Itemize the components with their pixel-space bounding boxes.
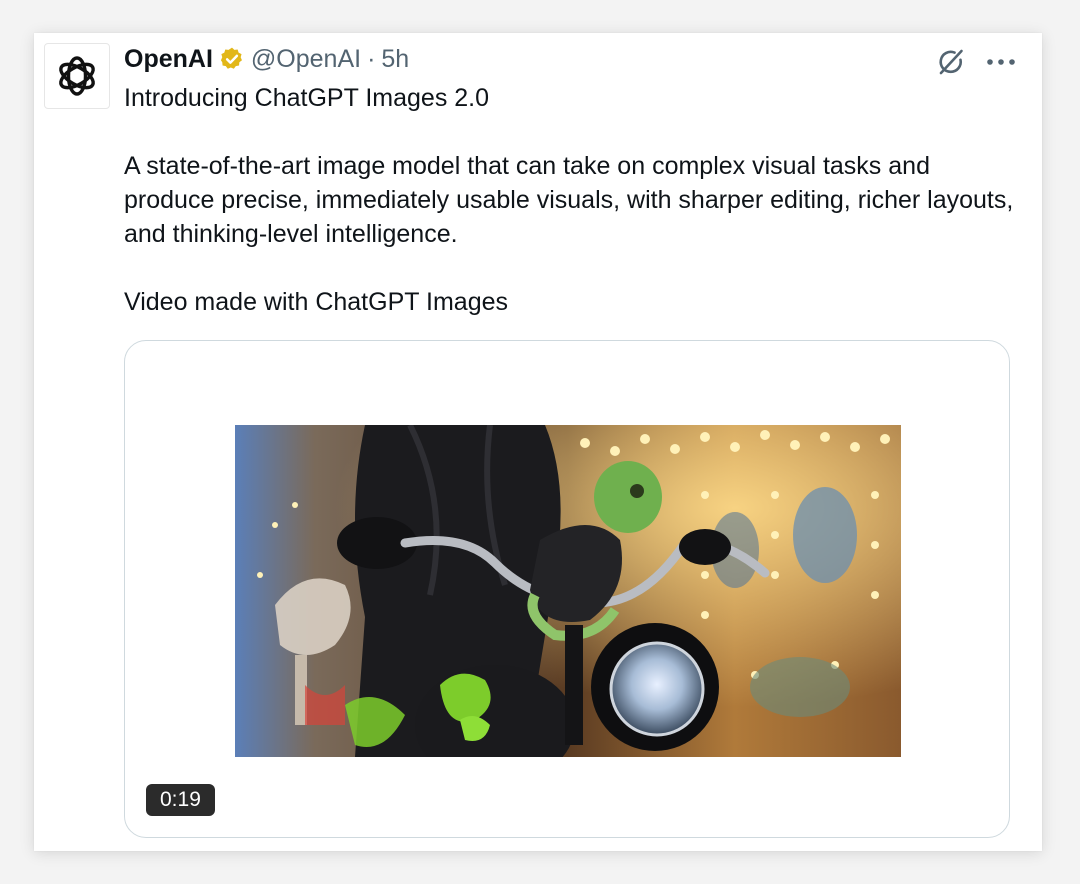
avatar[interactable] [44, 43, 110, 109]
tweet-caption: Video made with ChatGPT Images [124, 288, 508, 316]
tweet-headline: Introducing ChatGPT Images 2.0 [124, 84, 490, 112]
more-options-icon[interactable] [986, 57, 1016, 67]
tweet-card[interactable]: OpenAI @OpenAI · 5h Introducing ChatGPT … [34, 33, 1042, 851]
openai-logo-icon [59, 56, 95, 96]
meta-separator: · [367, 44, 376, 73]
timestamp[interactable]: 5h [381, 45, 409, 74]
tweet-text: Introducing ChatGPT Images 2.0 A state-o… [124, 81, 1014, 319]
tweet-body: A state-of-the-art image model that can … [124, 152, 1014, 248]
video-media[interactable]: 0:19 [124, 340, 1010, 838]
video-duration: 0:19 [146, 784, 215, 816]
tweet-actions [934, 45, 1016, 79]
tweet-header: OpenAI @OpenAI · 5h [124, 43, 409, 75]
video-thumbnail [235, 425, 901, 757]
verified-badge-icon [219, 46, 245, 72]
grok-icon[interactable] [934, 45, 968, 79]
video-player[interactable] [235, 425, 901, 757]
author-handle[interactable]: @OpenAI [251, 45, 361, 74]
author-name[interactable]: OpenAI [124, 45, 213, 74]
